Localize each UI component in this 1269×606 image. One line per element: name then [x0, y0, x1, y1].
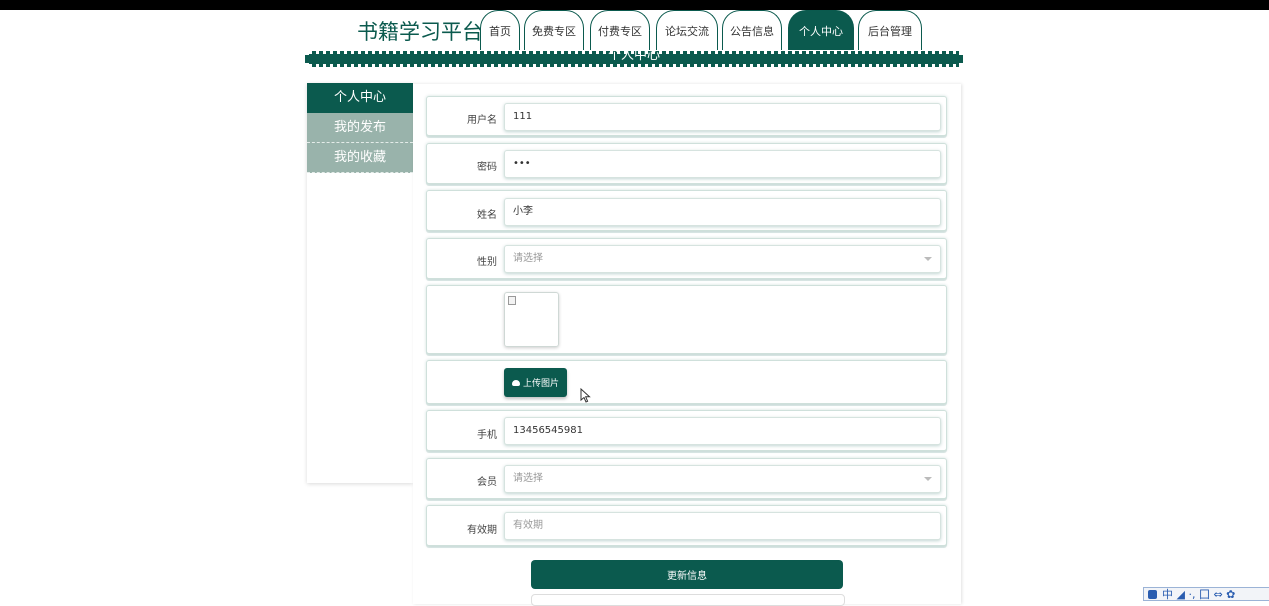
form-row-name: 姓名 小李 — [426, 190, 947, 231]
tab-label: 付费专区 — [598, 24, 642, 38]
tab-label: 论坛交流 — [665, 24, 709, 38]
username-label: 用户名 — [467, 115, 497, 126]
form-row-username: 用户名 111 — [426, 96, 947, 136]
top-black-bar — [0, 0, 1269, 10]
name-input[interactable]: 小李 — [504, 198, 941, 226]
tab-admin[interactable]: 后台管理 — [858, 10, 922, 50]
site-logo-title: 书籍学习平台 — [357, 20, 483, 44]
tab-label: 首页 — [489, 24, 511, 38]
username-input[interactable]: 111 — [504, 103, 941, 131]
update-info-button[interactable]: 更新信息 — [531, 560, 843, 589]
tab-paid-zone[interactable]: 付费专区 — [590, 10, 650, 50]
form-row-upload: 上传图片 — [426, 360, 947, 404]
gender-label: 性别 — [477, 257, 497, 268]
tab-free-zone[interactable]: 免费专区 — [524, 10, 584, 50]
tab-label: 后台管理 — [868, 24, 912, 38]
chevron-down-icon — [924, 257, 932, 261]
form-row-validity: 有效期 有效期 — [426, 505, 947, 546]
name-label: 姓名 — [477, 210, 497, 221]
gender-select-value: 请选择 — [513, 253, 543, 264]
upload-image-button[interactable]: 上传图片 — [504, 368, 567, 397]
upload-button-label: 上传图片 — [522, 379, 559, 389]
tab-label: 个人中心 — [799, 24, 843, 38]
cloud-upload-icon — [511, 379, 520, 386]
sidebar-item-personal-center[interactable]: 个人中心 — [307, 83, 413, 113]
broken-image-icon — [508, 296, 516, 305]
page-title: 个人中心 — [607, 51, 660, 63]
ime-toolbar[interactable]: 中 ◢ ·, 囗 ⇔ ✿ — [1143, 587, 1269, 601]
phone-label: 手机 — [477, 430, 497, 441]
sidebar-item-my-posts[interactable]: 我的发布 — [307, 113, 413, 143]
form-row-avatar-preview — [426, 285, 947, 354]
tab-label: 免费专区 — [532, 24, 576, 38]
form-row-password: 密码 ••• — [426, 143, 947, 184]
tab-home[interactable]: 首页 — [480, 10, 520, 50]
page-banner: 个人中心 — [309, 51, 959, 67]
sidebar-item-my-favorites[interactable]: 我的收藏 — [307, 143, 413, 173]
password-input[interactable]: ••• — [504, 150, 941, 178]
member-select[interactable]: 请选择 — [504, 465, 941, 493]
gender-select[interactable]: 请选择 — [504, 245, 941, 273]
member-label: 会员 — [477, 477, 497, 488]
update-button-label: 更新信息 — [667, 571, 707, 582]
password-label: 密码 — [477, 162, 497, 173]
tab-label: 公告信息 — [730, 24, 774, 38]
form-row-gender: 性别 请选择 — [426, 238, 947, 279]
sidebar-item-label: 个人中心 — [333, 90, 386, 105]
ime-status-text: 中 ◢ ·, 囗 ⇔ ✿ — [1162, 588, 1236, 601]
member-select-value: 请选择 — [513, 473, 543, 484]
form-row-phone: 手机 13456545981 — [426, 410, 947, 451]
ime-logo-icon — [1148, 589, 1157, 599]
sidebar-item-label: 我的收藏 — [333, 150, 386, 165]
avatar-image-preview — [504, 292, 559, 347]
phone-input[interactable]: 13456545981 — [504, 417, 941, 445]
form-row-member: 会员 请选择 — [426, 458, 947, 499]
validity-input[interactable]: 有效期 — [504, 512, 941, 540]
validity-label: 有效期 — [467, 525, 497, 536]
secondary-button[interactable] — [531, 594, 845, 606]
sidebar-item-label: 我的发布 — [333, 120, 386, 135]
tab-personal-center[interactable]: 个人中心 — [788, 10, 854, 50]
sidebar: 个人中心 我的发布 我的收藏 — [307, 83, 413, 483]
tab-announcements[interactable]: 公告信息 — [722, 10, 782, 50]
mouse-cursor-icon — [580, 388, 591, 403]
tab-forum[interactable]: 论坛交流 — [656, 10, 718, 50]
chevron-down-icon — [924, 477, 932, 481]
